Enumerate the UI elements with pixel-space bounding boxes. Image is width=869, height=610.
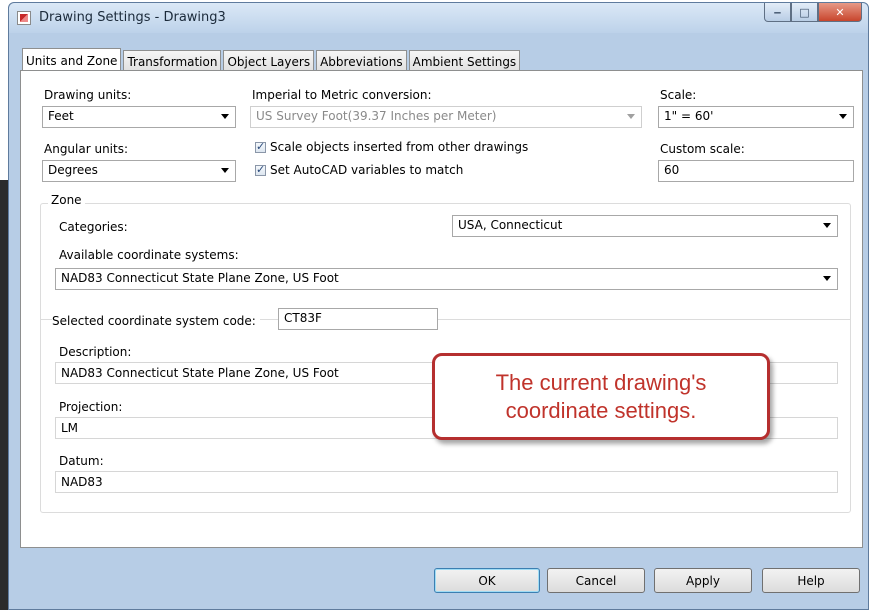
datum-field: NAD83 bbox=[55, 471, 838, 493]
drawing-units-value: Feet bbox=[48, 109, 74, 123]
angular-units-value: Degrees bbox=[48, 163, 98, 177]
checkbox-checked-icon bbox=[255, 140, 266, 153]
maximize-icon: □ bbox=[799, 5, 810, 19]
chevron-down-icon bbox=[221, 168, 229, 173]
chevron-down-icon bbox=[823, 276, 831, 281]
conversion-value: US Survey Foot(39.37 Inches per Meter) bbox=[256, 109, 497, 123]
categories-dropdown[interactable]: USA, Connecticut bbox=[452, 215, 838, 237]
cancel-button[interactable]: Cancel bbox=[547, 568, 645, 593]
close-button[interactable]: ✕ bbox=[818, 3, 862, 22]
chevron-down-icon bbox=[221, 114, 229, 119]
ok-button[interactable]: OK bbox=[434, 568, 540, 593]
description-label: Description: bbox=[59, 345, 132, 359]
categories-label: Categories: bbox=[59, 220, 128, 234]
conversion-label: Imperial to Metric conversion: bbox=[252, 88, 432, 102]
title-bar[interactable]: Drawing Settings - Drawing3 ‒ □ ✕ bbox=[9, 3, 868, 33]
callout-text: The current drawing's coordinate setting… bbox=[495, 369, 707, 423]
set-variables-checkbox[interactable]: Set AutoCAD variables to match bbox=[255, 163, 463, 177]
categories-value: USA, Connecticut bbox=[458, 218, 563, 232]
code-input[interactable]: CT83F bbox=[278, 308, 438, 330]
chevron-down-icon bbox=[823, 223, 831, 228]
scale-value: 1" = 60' bbox=[664, 109, 714, 123]
angular-units-dropdown[interactable]: Degrees bbox=[42, 160, 236, 182]
datum-label: Datum: bbox=[59, 454, 104, 468]
annotation-callout: The current drawing's coordinate setting… bbox=[432, 353, 770, 440]
angular-units-label: Angular units: bbox=[44, 142, 129, 156]
conversion-dropdown[interactable]: US Survey Foot(39.37 Inches per Meter) bbox=[250, 106, 642, 128]
close-icon: ✕ bbox=[835, 5, 845, 19]
custom-scale-input[interactable]: 60 bbox=[658, 160, 854, 182]
available-systems-label: Available coordinate systems: bbox=[59, 248, 239, 262]
scale-dropdown[interactable]: 1" = 60' bbox=[658, 106, 854, 128]
apply-button[interactable]: Apply bbox=[654, 568, 752, 593]
window-controls: ‒ □ ✕ bbox=[764, 3, 862, 23]
zone-group-title: Zone bbox=[48, 193, 85, 207]
minimize-icon: ‒ bbox=[773, 5, 782, 19]
projection-label: Projection: bbox=[59, 400, 123, 414]
app-icon bbox=[17, 11, 31, 25]
set-variables-label: Set AutoCAD variables to match bbox=[270, 163, 464, 177]
checkbox-checked-icon bbox=[255, 163, 266, 176]
available-systems-dropdown[interactable]: NAD83 Connecticut State Plane Zone, US F… bbox=[55, 268, 838, 290]
help-button[interactable]: Help bbox=[762, 568, 860, 593]
chevron-down-icon bbox=[627, 114, 635, 119]
scale-label: Scale: bbox=[660, 88, 697, 102]
available-systems-value: NAD83 Connecticut State Plane Zone, US F… bbox=[61, 271, 339, 285]
maximize-button[interactable]: □ bbox=[791, 3, 818, 22]
scale-objects-checkbox[interactable]: Scale objects inserted from other drawin… bbox=[255, 140, 528, 154]
custom-scale-label: Custom scale: bbox=[660, 142, 745, 156]
window-title: Drawing Settings - Drawing3 bbox=[39, 10, 226, 25]
minimize-button[interactable]: ‒ bbox=[764, 3, 791, 22]
chevron-down-icon bbox=[839, 114, 847, 119]
code-label: Selected coordinate system code: bbox=[52, 314, 260, 328]
scale-objects-label: Scale objects inserted from other drawin… bbox=[270, 140, 529, 154]
background-strip bbox=[0, 180, 8, 610]
drawing-units-dropdown[interactable]: Feet bbox=[42, 106, 236, 128]
drawing-units-label: Drawing units: bbox=[44, 88, 132, 102]
